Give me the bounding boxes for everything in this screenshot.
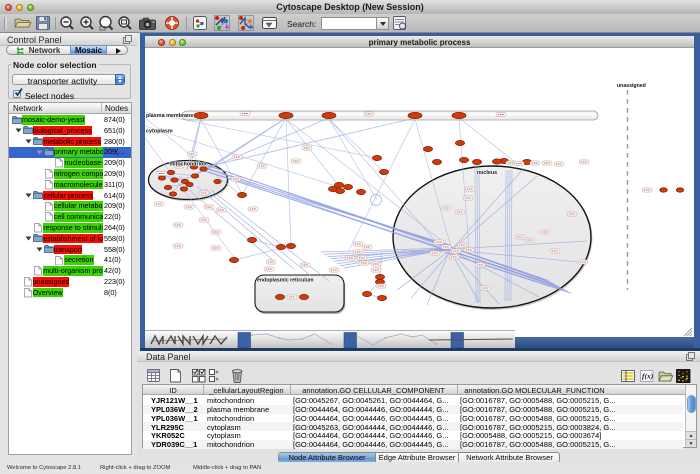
svg-text:f(x): f(x) (642, 372, 654, 381)
svg-text:nucleus: nucleus (477, 170, 497, 176)
svg-text:plasma membrane: plasma membrane (146, 113, 193, 119)
svg-text:unassigned: unassigned (617, 83, 646, 89)
svg-text:cytoplasm: cytoplasm (146, 129, 173, 135)
svg-text:endoplasmic reticulum: endoplasmic reticulum (257, 278, 314, 284)
svg-text:mitochondrion: mitochondrion (169, 162, 206, 168)
